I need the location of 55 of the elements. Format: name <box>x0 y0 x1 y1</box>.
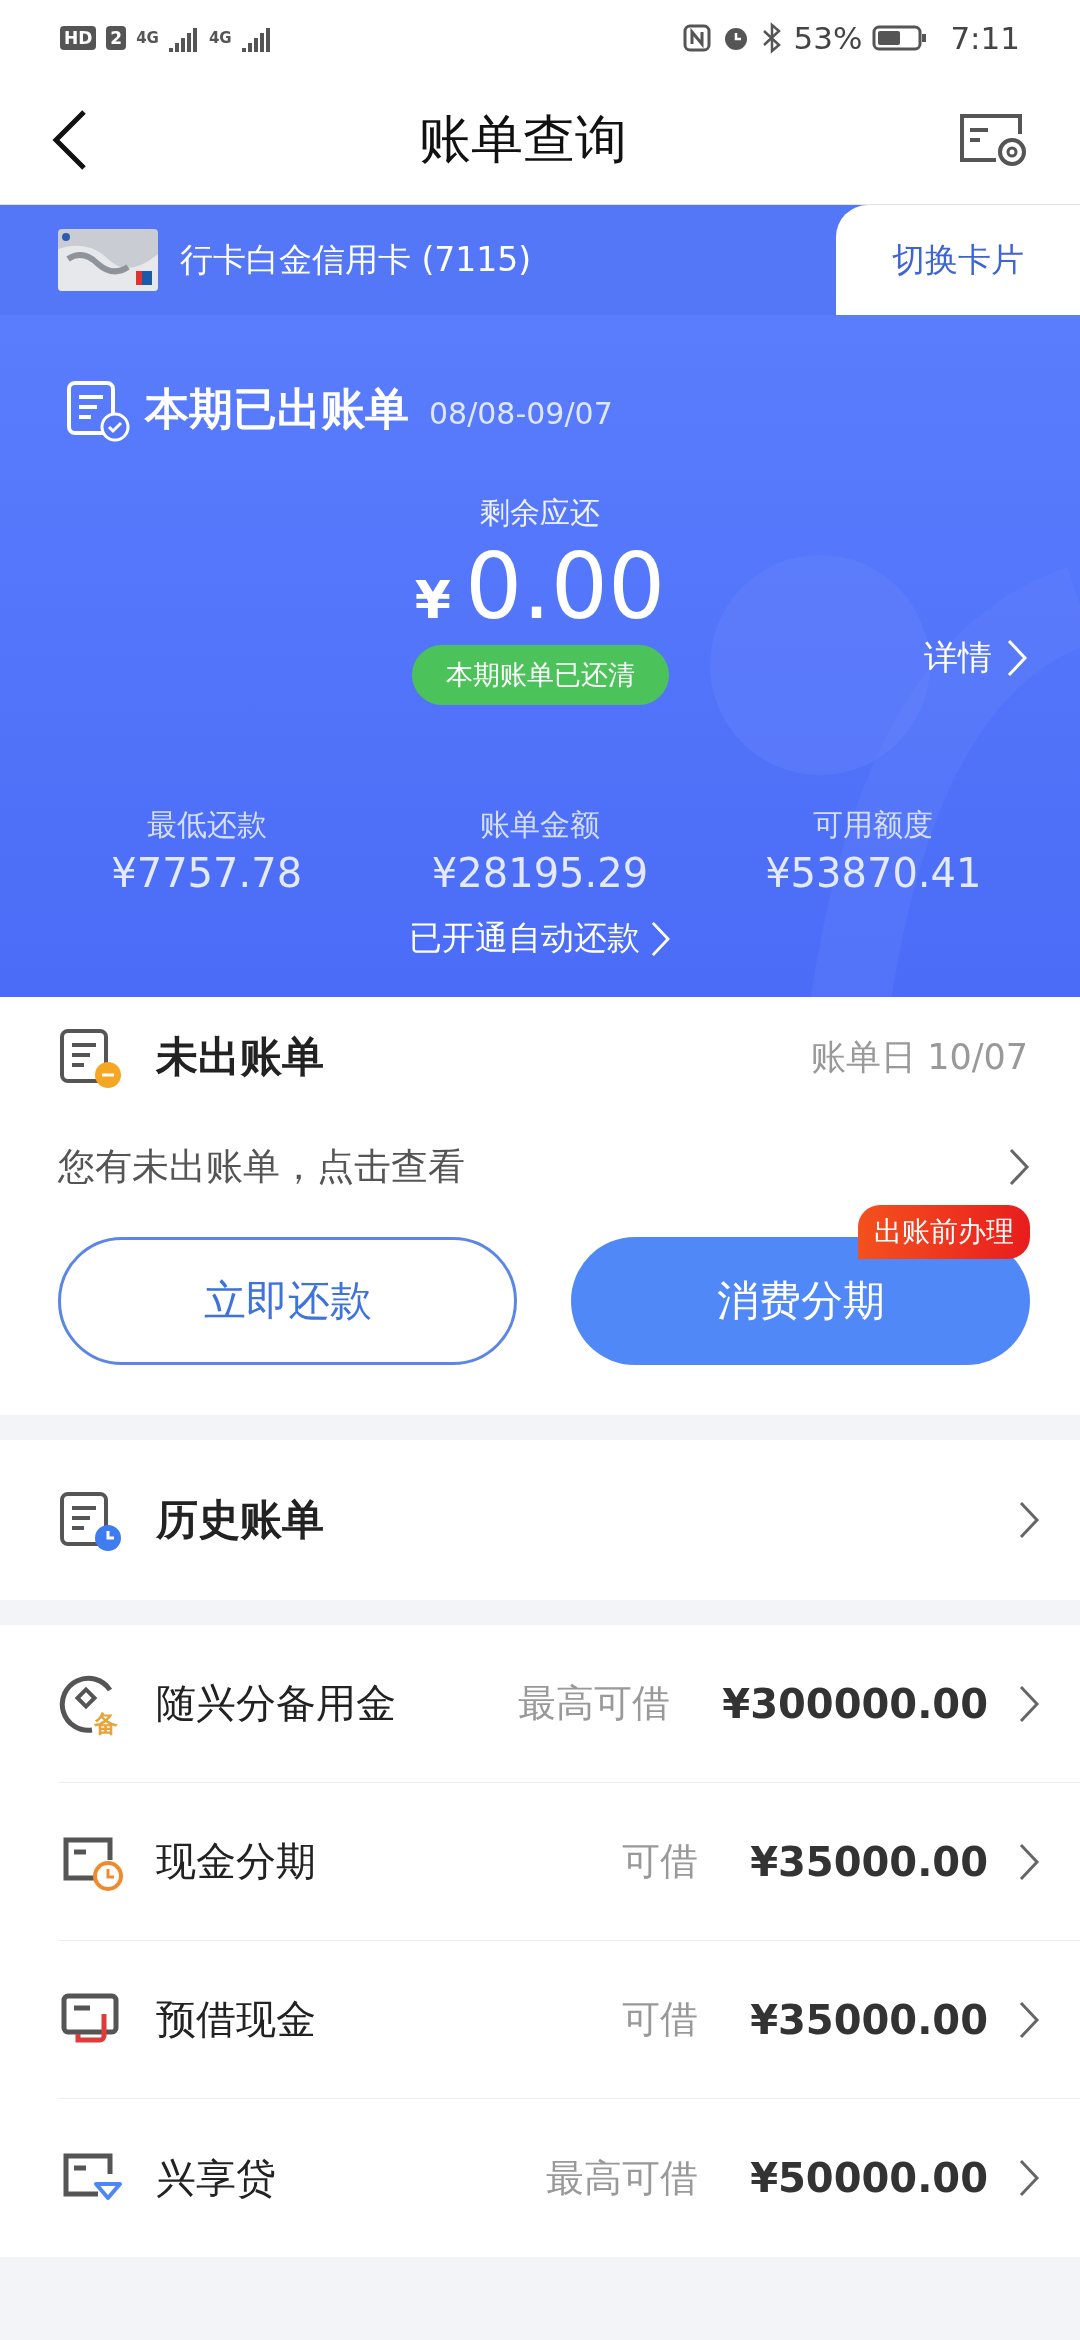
stat-label: 最低还款 <box>146 806 267 844</box>
section-title: 未出账单 <box>156 1031 325 1083</box>
loan-limit-label: 最高可借 <box>518 1680 671 1727</box>
stat-label: 账单金额 <box>480 806 600 844</box>
loan-title: 现金分期 <box>156 1837 317 1886</box>
loan-limit-label: 最高可借 <box>546 2154 699 2202</box>
paid-status-badge: 本期账单已还清 <box>411 645 669 705</box>
remaining-label: 剩余应还 <box>480 494 600 532</box>
currency-symbol: ¥ <box>414 570 451 630</box>
loan-row[interactable]: 预借现金 可借 ¥35000.00 <box>58 1941 1080 2099</box>
promo-ribbon: 出账前办理 <box>858 1205 1030 1259</box>
loan-amount: ¥300000.00 <box>722 1680 988 1727</box>
status-indicator: 2 <box>106 25 127 50</box>
loan-title: 兴享贷 <box>156 2153 277 2203</box>
chevron-right-icon <box>1006 638 1028 678</box>
stat-value: ¥28195.29 <box>431 850 649 896</box>
loan-limit-label: 可借 <box>622 1996 699 2043</box>
loan-title: 随兴分备用金 <box>156 1679 397 1728</box>
auto-repay-link[interactable]: 已开通自动还款 <box>409 916 671 961</box>
stat-label: 可用额度 <box>813 806 934 844</box>
chevron-right-icon <box>1018 1683 1040 1724</box>
battery-icon <box>872 23 929 52</box>
bill-day: 账单日 10/07 <box>811 1033 1028 1081</box>
loan-row[interactable]: 兴享贷 最高可借 ¥50000.00 <box>58 2099 1080 2257</box>
loan-amount: ¥35000.00 <box>750 1838 988 1885</box>
page-title: 账单查询 <box>419 107 627 171</box>
repay-now-button[interactable]: 立即还款 <box>58 1237 517 1365</box>
chevron-right-icon <box>1018 1841 1040 1882</box>
nfc-icon <box>683 23 712 52</box>
chevron-right-icon <box>650 919 671 958</box>
details-link[interactable]: 详情 <box>924 635 1028 681</box>
switch-card-button[interactable]: 切换卡片 <box>836 205 1080 315</box>
chevron-right-icon <box>1008 1147 1030 1187</box>
loan-limit-label: 可借 <box>622 1838 699 1885</box>
network-label: 4G <box>208 28 232 47</box>
loan-row[interactable]: 现金分期 可借 ¥35000.00 <box>58 1783 1080 1941</box>
card-name: 行卡白金信用卡 (7115) <box>180 238 533 281</box>
stat-value: ¥7757.78 <box>111 850 303 896</box>
chevron-right-icon <box>1018 1500 1040 1540</box>
chevron-right-icon <box>1018 2158 1040 2198</box>
unbilled-notice: 您有未出账单，点击查看 <box>58 1144 465 1190</box>
loan-amount: ¥35000.00 <box>750 1996 988 2043</box>
section-title: 历史账单 <box>156 1494 325 1546</box>
network-label: 4G <box>136 28 159 47</box>
bill-period: 08/08-09/07 <box>429 395 613 431</box>
clock-time: 7:11 <box>950 19 1020 56</box>
loan-title: 预借现金 <box>156 1995 317 2044</box>
stat-value: ¥53870.41 <box>765 850 982 896</box>
battery-percent: 53% <box>793 19 863 56</box>
current-bill-title: 本期已出账单 <box>145 381 409 436</box>
remaining-amount: 0.00 <box>464 534 666 639</box>
chevron-right-icon <box>1018 1999 1040 2040</box>
loan-amount: ¥50000.00 <box>750 2155 988 2201</box>
status-indicator: HD <box>60 25 97 50</box>
loan-row[interactable]: 备 随兴分备用金 最高可借 ¥300000.00 <box>58 1625 1080 1783</box>
